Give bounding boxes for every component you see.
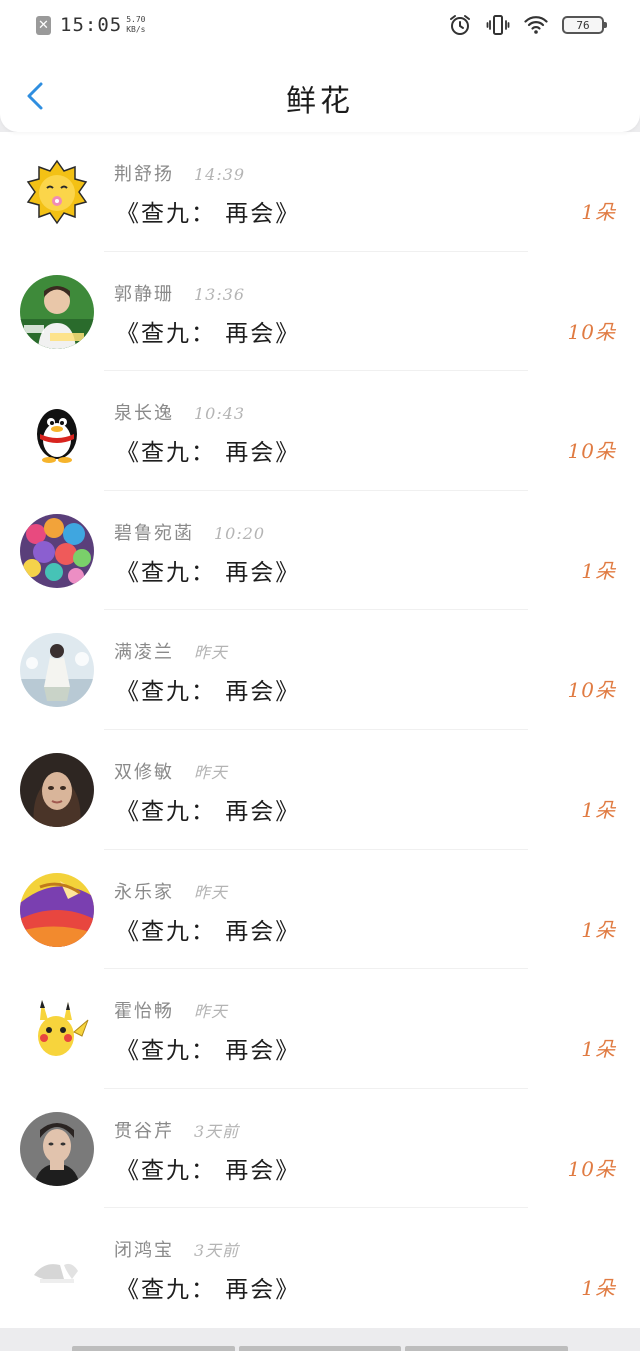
sender-name: 双修敏: [114, 761, 174, 783]
sent-time: 昨天: [194, 643, 229, 663]
flower-count: 1朵: [581, 917, 616, 942]
sender-name: 荆舒扬: [114, 164, 174, 185]
battery-level: 76: [576, 18, 590, 32]
bottom-bar-edge: [72, 1346, 569, 1351]
gift-title: 《查九： 再会》: [116, 1038, 301, 1065]
list-item[interactable]: 泉长逸 10:43 《查九： 再会》 10朵: [0, 371, 640, 491]
alarm-icon: [450, 15, 470, 35]
gift-title: 《查九： 再会》: [116, 320, 301, 347]
faded-sketch-avatar: [20, 1231, 94, 1306]
sender-name: 郭静珊: [114, 283, 174, 305]
girl-portrait-avatar: [20, 752, 94, 827]
gift-title: 《查九： 再会》: [116, 918, 301, 945]
gift-title: 《查九： 再会》: [116, 1157, 301, 1184]
sent-time: 昨天: [194, 1002, 229, 1022]
flower-count: 10朵: [567, 319, 616, 344]
sender-name: 满凌兰: [114, 642, 174, 664]
gift-title: 《查九： 再会》: [116, 201, 301, 227]
sender-name: 贯谷芹: [114, 1120, 174, 1142]
flower-count: 1朵: [581, 1037, 616, 1062]
boy-outdoor-photo-avatar: [20, 274, 94, 349]
colored-pencils-avatar: [20, 872, 94, 947]
gift-title: 《查九： 再会》: [116, 798, 301, 825]
network-speed: 5.70 KB/s: [126, 15, 145, 35]
sent-time: 14:39: [194, 165, 246, 184]
sent-time: 10:43: [194, 404, 246, 424]
list-item[interactable]: 满凌兰 昨天 《查九： 再会》 10朵: [0, 610, 640, 730]
flower-count: 1朵: [581, 797, 616, 822]
sent-time: 10:20: [214, 523, 266, 543]
sent-time: 13:36: [194, 284, 246, 304]
sender-name: 泉长逸: [114, 403, 174, 425]
network-speed-value: 5.70: [126, 15, 146, 24]
list-item[interactable]: 荆舒扬 14:39 《查九： 再会》 1朵: [0, 132, 640, 252]
gift-title: 《查九： 再会》: [116, 679, 301, 706]
flower-count: 10朵: [567, 439, 616, 464]
wifi-icon: [524, 16, 548, 34]
list-item[interactable]: 贯谷芹 3天前 《查九： 再会》 10朵: [0, 1089, 640, 1209]
status-bar: ✕ 15:05 5.70 KB/s 76: [0, 0, 640, 50]
list-item[interactable]: 碧鲁宛菡 10:20 《查九： 再会》 1朵: [0, 491, 640, 611]
sent-time: 3天前: [194, 1241, 240, 1261]
sender-name: 闭鸿宝: [114, 1240, 174, 1262]
sent-time: 昨天: [194, 762, 229, 782]
flower-count: 10朵: [567, 678, 616, 703]
flower-count: 10朵: [567, 1156, 616, 1181]
header: 鲜花: [0, 50, 640, 132]
bottom-segment: [72, 1346, 235, 1351]
list-item[interactable]: 闭鸿宝 3天前 《查九： 再会》 1朵: [0, 1208, 640, 1328]
pikachu-avatar: [20, 992, 94, 1067]
young-man-portrait-avatar: [20, 1111, 94, 1186]
network-speed-unit: KB/s: [126, 25, 146, 34]
qq-penguin-avatar: [20, 394, 94, 469]
flower-count: 1朵: [581, 558, 616, 583]
close-box-icon: ✕: [36, 15, 51, 35]
gift-title: 《查九： 再会》: [116, 559, 301, 586]
sent-time: 3天前: [194, 1121, 240, 1141]
battery-icon: 76: [562, 16, 607, 34]
anime-girl-avatar: [20, 633, 94, 708]
flower-count: 1朵: [581, 200, 616, 224]
flower-list: 荆舒扬 14:39 《查九： 再会》 1朵 郭静珊 13:36 《查九： 再会》…: [0, 132, 640, 1328]
flower-count: 1朵: [581, 1276, 616, 1301]
gift-title: 《查九： 再会》: [116, 1277, 301, 1304]
bottom-segment: [238, 1346, 402, 1351]
list-item[interactable]: 永乐家 昨天 《查九： 再会》 1朵: [0, 850, 640, 970]
vibrate-icon: [486, 15, 510, 35]
sender-name: 霍怡畅: [114, 1001, 174, 1023]
sender-name: 碧鲁宛菡: [114, 522, 194, 544]
sender-name: 永乐家: [114, 881, 174, 903]
status-time: 15:05: [60, 14, 123, 36]
gift-title: 《查九： 再会》: [116, 440, 301, 467]
list-item[interactable]: 郭静珊 13:36 《查九： 再会》 10朵: [0, 252, 640, 372]
balloons-avatar: [20, 513, 94, 588]
sent-time: 昨天: [194, 882, 229, 902]
list-item[interactable]: 霍怡畅 昨天 《查九： 再会》 1朵: [0, 969, 640, 1089]
bottom-segment: [405, 1346, 569, 1351]
list-item[interactable]: 双修敏 昨天 《查九： 再会》 1朵: [0, 730, 640, 850]
cartoon-lion-avatar: [20, 155, 94, 229]
page-title: 鲜花: [286, 84, 354, 119]
